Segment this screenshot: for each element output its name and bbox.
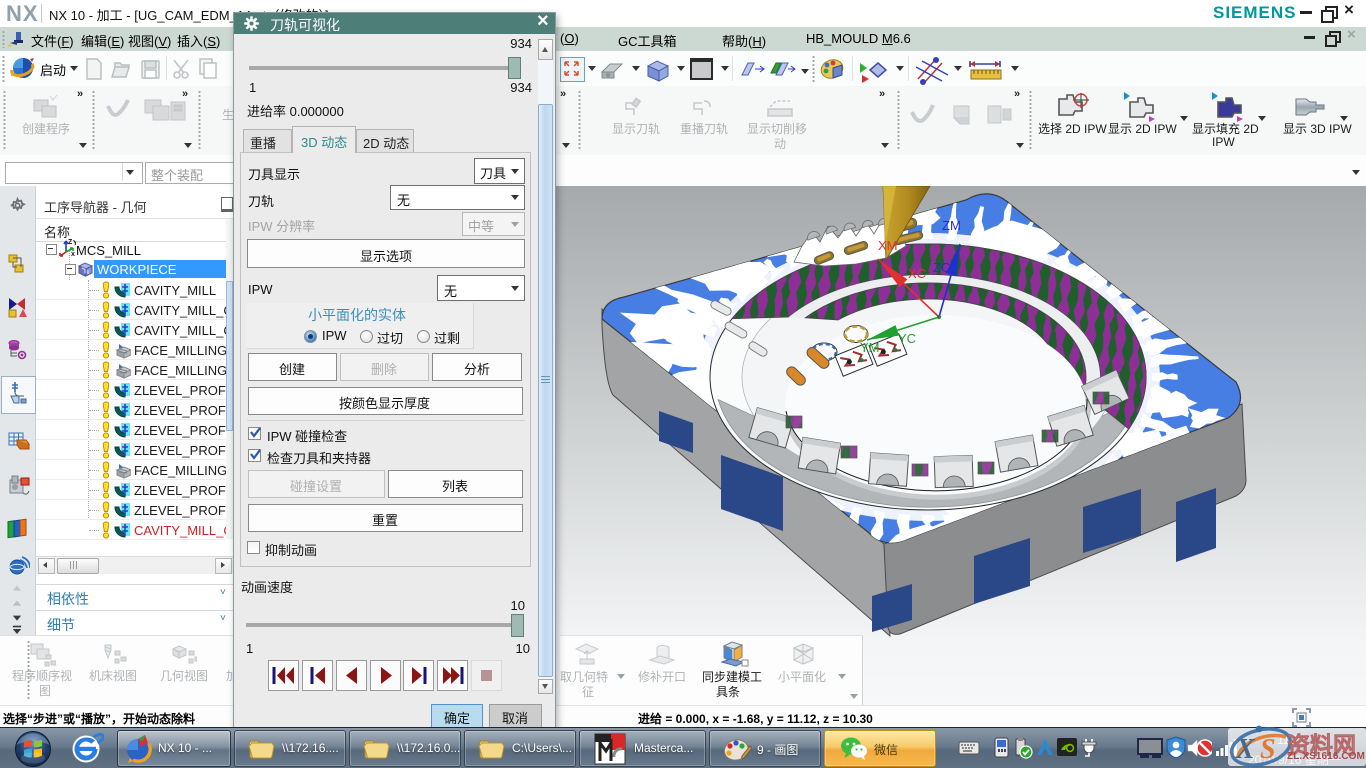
svg-text:XC: XC — [908, 266, 926, 281]
svg-text:XM: XM — [878, 238, 898, 253]
svg-text:YM: YM — [860, 340, 880, 355]
svg-text:S: S — [1260, 734, 1276, 765]
svg-text:X: X — [1235, 734, 1256, 765]
svg-text:ZM: ZM — [942, 218, 961, 233]
svg-text:ZC: ZC — [933, 260, 950, 275]
svg-text:YC: YC — [898, 331, 916, 346]
